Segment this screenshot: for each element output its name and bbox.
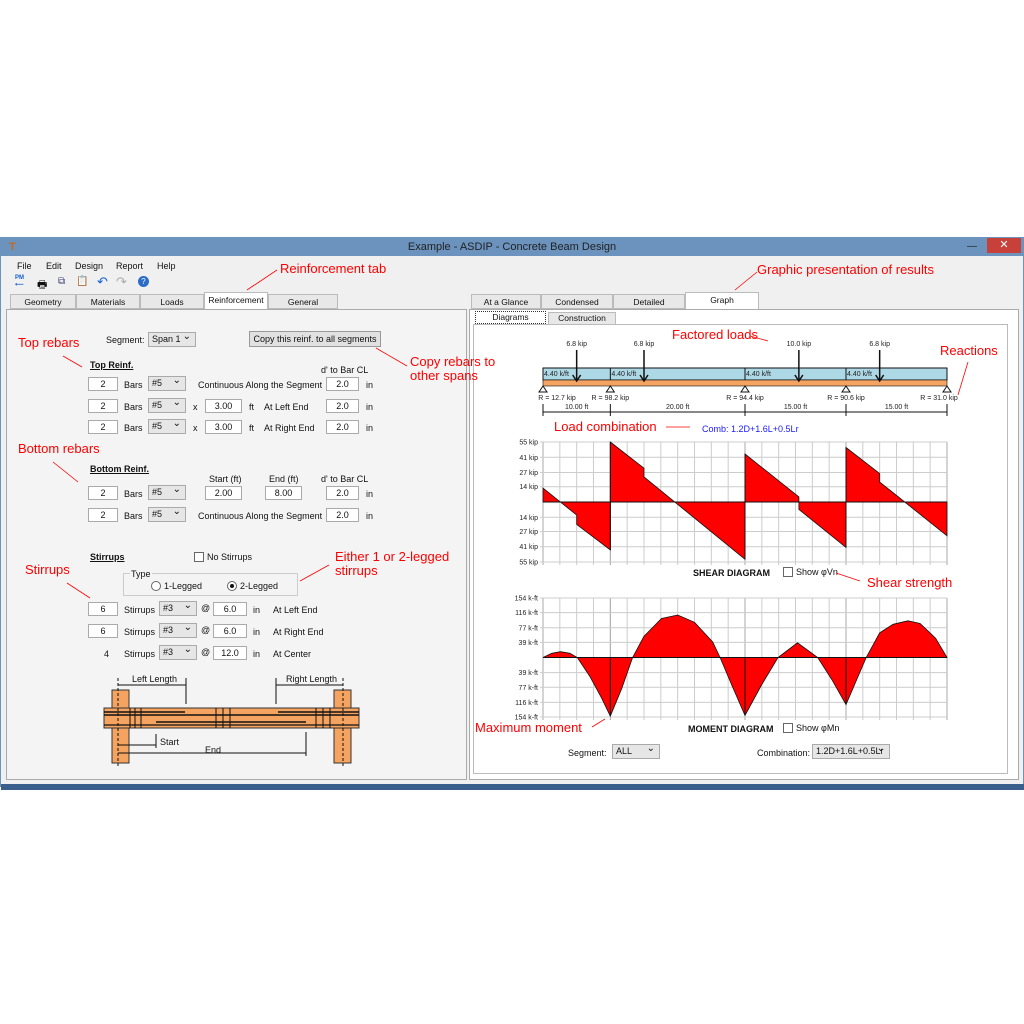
y-tick-label: 14 kip [519, 515, 538, 522]
y-tick-label: 39 k-ft [519, 670, 539, 677]
graph-canvas: 4.40 k/ft 4.40 k/ft 4.40 k/ft 4.40 k/ft 6.8 … [515, 341, 958, 722]
y-tick-label: 154 k-ft [515, 596, 538, 603]
annotation-shear-strength: Shear strength [867, 575, 953, 590]
annotation-top-rebars: Top rebars [18, 335, 80, 350]
y-tick-label: 41 kip [519, 455, 538, 462]
span-label: 20.00 ft [666, 404, 689, 411]
distributed-load-label: 4.40 k/ft [847, 371, 872, 378]
y-tick-label: 41 kip [519, 544, 538, 551]
span-label: 15.00 ft [784, 404, 807, 411]
shear-diagram-title: SHEAR DIAGRAM [693, 568, 771, 578]
annotation-reactions: Reactions [940, 343, 998, 358]
reaction-label: R = 12.7 kip [538, 395, 576, 402]
graph-segment-select[interactable]: ALL [612, 742, 660, 759]
annotation-bottom-rebars: Bottom rebars [18, 441, 100, 456]
reaction-label: R = 31.0 kip [920, 395, 958, 402]
reaction-label: R = 94.4 kip [726, 395, 764, 402]
span-label: 15.00 ft [885, 404, 908, 411]
y-tick-label: 27 kip [519, 529, 538, 536]
y-tick-label: 116 k-ft [515, 700, 538, 707]
annotation-stirrups: Stirrups [25, 562, 70, 577]
y-tick-label: 116 k-ft [515, 610, 538, 617]
span-label: 10.00 ft [565, 404, 588, 411]
reaction-label: R = 90.6 kip [827, 395, 865, 402]
point-load-label: 6.8 kip [634, 341, 655, 348]
combination-select[interactable]: 1.2D+1.6L+0.5Lr [812, 742, 890, 759]
annotation-legged: Either 1 or 2-legged stirrups [335, 549, 450, 578]
annotation-copy-rebars: Copy rebars to other spans [410, 354, 496, 383]
y-tick-label: 27 kip [519, 470, 538, 477]
annotation-factored-loads: Factored loads [672, 327, 758, 342]
point-load-label: 10.0 kip [787, 341, 812, 348]
y-tick-label: 77 k-ft [519, 625, 539, 632]
show-phivn-checkbox[interactable] [783, 567, 793, 577]
support-icon [740, 385, 750, 393]
y-tick-label: 77 k-ft [519, 685, 539, 692]
support-icon [538, 385, 548, 393]
support-icon [605, 385, 616, 393]
annotation-reinforcement-tab: Reinforcement tab [280, 261, 387, 276]
support-icon [841, 385, 851, 393]
combination-text: Comb: 1.2D+1.6L+0.5Lr [702, 424, 799, 434]
annotation-graphic: Graphic presentation of results [757, 262, 935, 277]
distributed-load-label: 4.40 k/ft [746, 371, 771, 378]
support-icon [942, 385, 952, 393]
point-load-label: 6.8 kip [566, 341, 587, 348]
annotation-load-combination: Load combination [554, 419, 657, 434]
segment-label: Segment: [568, 748, 607, 758]
moment-diagram-title: MOMENT DIAGRAM [688, 724, 774, 734]
show-phivn-label: Show φVn [796, 567, 838, 577]
distributed-load-label: 4.40 k/ft [544, 371, 569, 378]
reaction-label: R = 98.2 kip [592, 395, 630, 402]
y-tick-label: 39 k-ft [519, 640, 539, 647]
y-tick-label: 55 kip [519, 560, 538, 567]
distributed-load-label: 4.40 k/ft [611, 371, 636, 378]
y-tick-label: 55 kip [519, 440, 538, 447]
show-phimn-checkbox[interactable] [783, 723, 793, 733]
y-tick-label: 14 kip [519, 484, 538, 491]
point-load-label: 6.8 kip [869, 341, 890, 348]
combination-label: Combination: [757, 748, 811, 758]
annotation-max-moment: Maximum moment [475, 720, 582, 735]
show-phimn-label: Show φMn [796, 723, 840, 733]
